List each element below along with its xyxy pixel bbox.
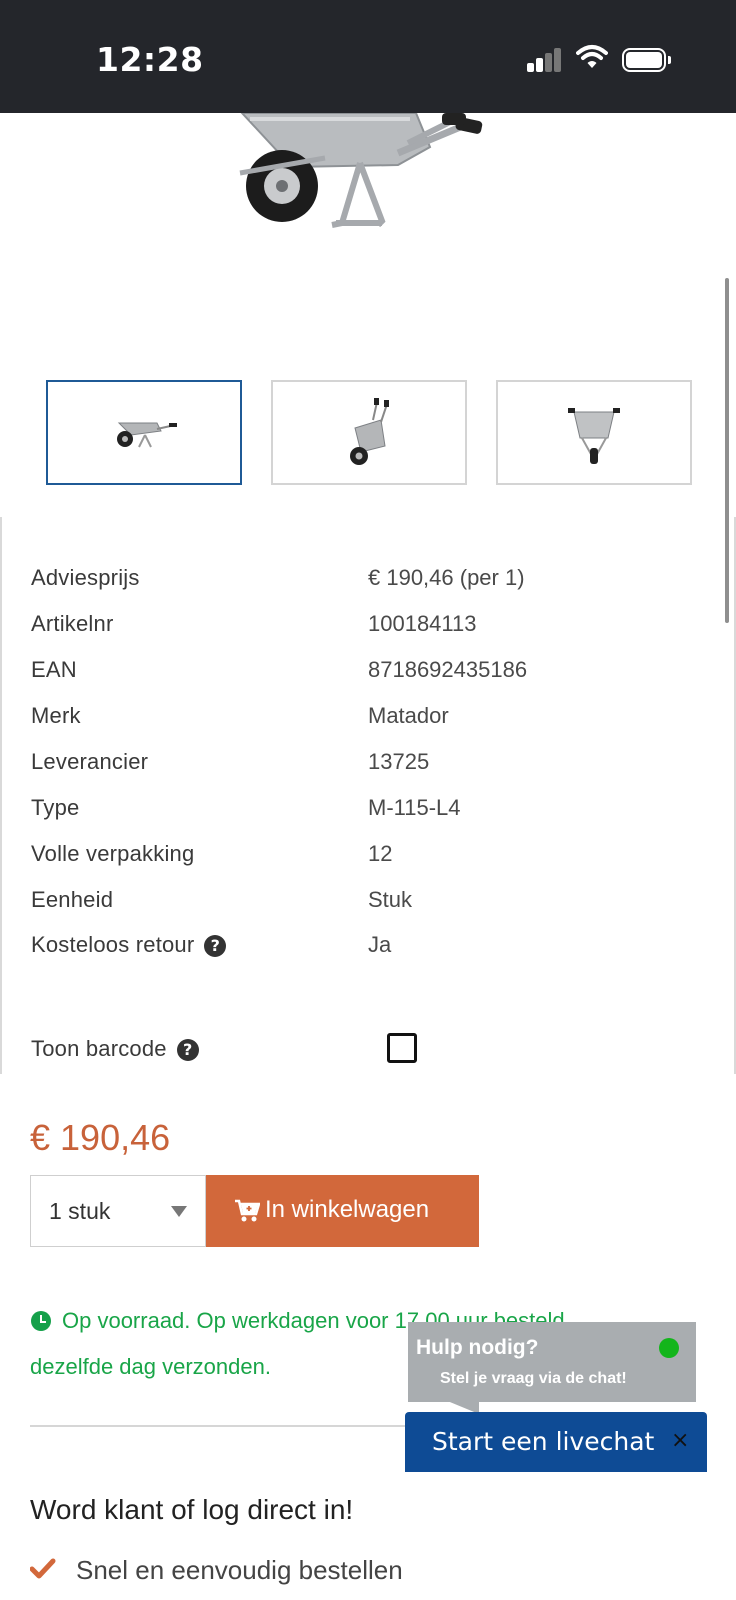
chevron-down-icon — [171, 1206, 187, 1217]
thumbnail-3[interactable] — [496, 380, 692, 485]
start-livechat-button[interactable]: Start een livechat × — [405, 1412, 707, 1472]
status-bar: 12:28 — [0, 0, 736, 113]
livechat-label: Start een livechat — [432, 1427, 655, 1456]
spec-row-eenheid: Eenheid Stuk — [31, 887, 711, 917]
spec-row-ean: EAN 8718692435186 — [31, 657, 711, 687]
spec-row-type: Type M-115-L4 — [31, 795, 711, 825]
barcode-label: Toon barcode — [31, 1036, 167, 1061]
wheelbarrow-thumbnail-icon — [117, 422, 177, 447]
battery-icon — [622, 48, 671, 72]
wheelbarrow-thumbnail-icon — [568, 407, 620, 464]
thumbnail-2[interactable] — [271, 380, 467, 485]
spec-value: 12 — [368, 841, 393, 866]
quantity-select[interactable]: 1 stuk — [30, 1175, 206, 1247]
barcode-checkbox[interactable] — [387, 1033, 417, 1063]
spec-row-leverancier: Leverancier 13725 — [31, 749, 711, 779]
spec-row-adviesprijs: Adviesprijs € 190,46 (per 1) — [31, 565, 711, 595]
thumbnail-1[interactable] — [46, 380, 242, 485]
login-promo-title: Word klant of log direct in! — [30, 1494, 354, 1525]
help-icon[interactable]: ? — [176, 1039, 199, 1061]
add-to-cart-button[interactable]: In winkelwagen — [206, 1175, 479, 1247]
spec-label: Eenheid — [31, 887, 114, 912]
spec-value: Ja — [368, 932, 392, 957]
spec-value: Matador — [368, 703, 449, 728]
spec-value: 8718692435186 — [368, 657, 528, 682]
benefit-item: Snel en eenvoudig bestellen — [76, 1555, 403, 1585]
chat-bubble[interactable]: Hulp nodig? Stel je vraag via de chat! — [408, 1322, 696, 1402]
spec-value: 100184113 — [368, 611, 477, 636]
spec-row-artikelnr: Artikelnr 100184113 — [31, 611, 711, 641]
spec-label: Type — [31, 795, 80, 820]
scrollbar[interactable] — [725, 278, 729, 623]
spec-value: 13725 — [368, 749, 430, 774]
spec-row-kosteloos-retour: Kosteloos retour? Ja — [31, 932, 711, 962]
spec-label: Volle verpakking — [31, 841, 195, 866]
spec-label: Artikelnr — [31, 611, 114, 636]
spec-label-with-help: Toon barcode? — [31, 1036, 199, 1062]
barcode-row: Toon barcode? — [31, 1036, 711, 1066]
cart-icon — [235, 1199, 260, 1222]
spec-label: EAN — [31, 657, 77, 682]
spec-value: € 190,46 (per 1) — [368, 565, 525, 590]
online-status-icon — [659, 1338, 679, 1358]
spec-table-border — [0, 517, 2, 1074]
close-icon[interactable]: × — [671, 1428, 689, 1453]
product-price: € 190,46 — [30, 1117, 171, 1158]
status-time: 12:28 — [96, 40, 204, 79]
clock-icon — [31, 1311, 51, 1331]
spec-label: Adviesprijs — [31, 565, 140, 590]
chat-title: Hulp nodig? — [416, 1336, 539, 1359]
spec-value: M-115-L4 — [368, 795, 461, 820]
spec-row-merk: Merk Matador — [31, 703, 711, 733]
quantity-value: 1 stuk — [49, 1198, 111, 1224]
signal-icon — [527, 48, 563, 72]
help-icon[interactable]: ? — [204, 935, 227, 957]
spec-value: Stuk — [368, 887, 413, 912]
spec-label-with-help: Kosteloos retour? — [31, 932, 227, 958]
spec-label: Kosteloos retour — [31, 932, 195, 957]
add-to-cart-label: In winkelwagen — [265, 1196, 430, 1223]
spec-row-volle-verpakking: Volle verpakking 12 — [31, 841, 711, 871]
chat-subtitle: Stel je vraag via de chat! — [440, 1370, 627, 1387]
wifi-icon — [576, 45, 608, 68]
product-image[interactable] — [220, 113, 510, 238]
spec-label: Merk — [31, 703, 81, 728]
check-icon — [30, 1558, 56, 1579]
wheelbarrow-thumbnail-icon — [350, 397, 389, 465]
stock-status-continued: dezelfde dag verzonden. — [30, 1354, 271, 1379]
spec-label: Leverancier — [31, 749, 149, 774]
